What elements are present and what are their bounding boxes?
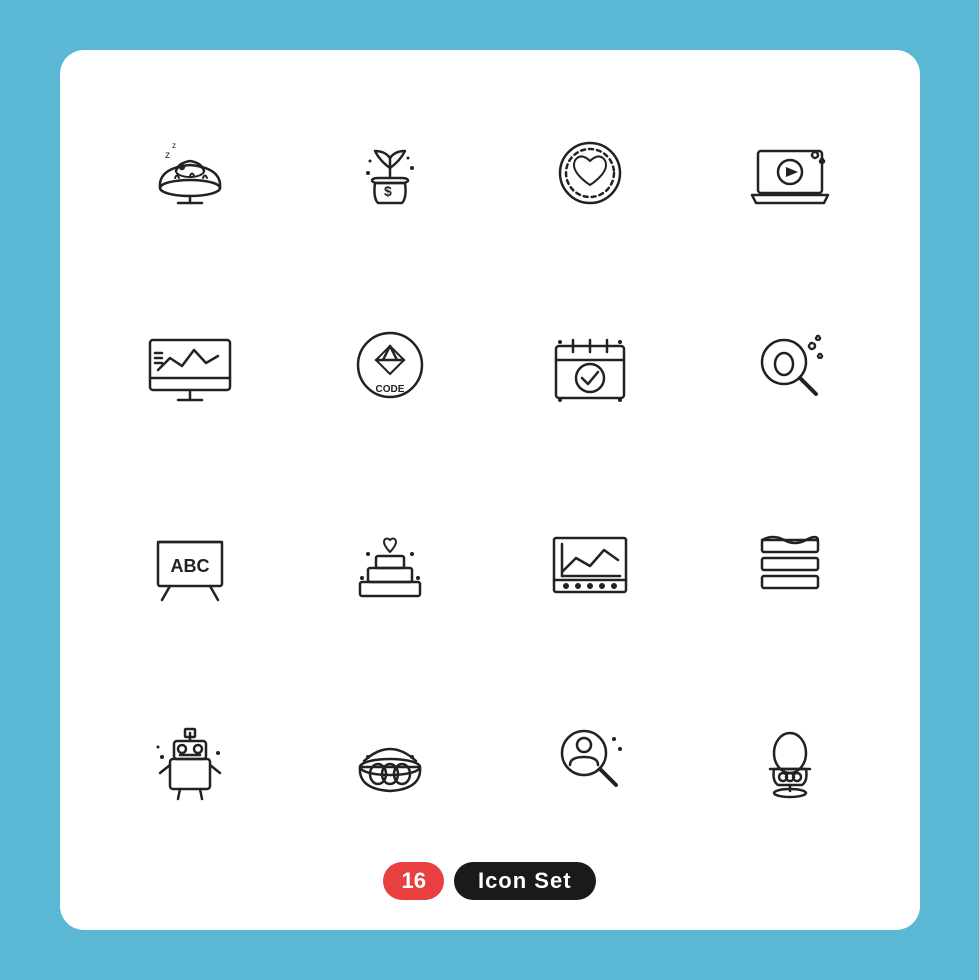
icon-layers [700, 481, 880, 647]
icon-laptop-video [700, 90, 880, 256]
icon-abc-board: ABC [100, 481, 280, 647]
svg-text:$: $ [384, 183, 392, 199]
icon-chart-board [500, 481, 680, 647]
svg-text:z: z [165, 150, 170, 161]
icon-calendar-stamp [500, 286, 680, 452]
badge-label: Icon Set [454, 862, 596, 900]
icon-egg-search [700, 286, 880, 452]
icon-food-bowl: z z [100, 90, 280, 256]
icon-robot [100, 677, 280, 843]
icon-heart-coin [500, 90, 680, 256]
badge-number: 16 [383, 862, 443, 900]
svg-text:z: z [172, 141, 176, 150]
icons-grid: z z $ [100, 90, 880, 842]
icon-person-search [500, 677, 680, 843]
main-card: z z $ [60, 50, 920, 930]
icon-wedding-cake [300, 481, 480, 647]
bottom-badge-bar: 16 Icon Set [383, 862, 595, 900]
icon-egg-cup [700, 677, 880, 843]
icon-money-plant: $ [300, 90, 480, 256]
svg-text:ABC: ABC [170, 556, 209, 576]
icon-diamond-code: CODE [300, 286, 480, 452]
icon-monitor-chart [100, 286, 280, 452]
icon-easter-basket [300, 677, 480, 843]
svg-text:CODE: CODE [375, 384, 404, 395]
